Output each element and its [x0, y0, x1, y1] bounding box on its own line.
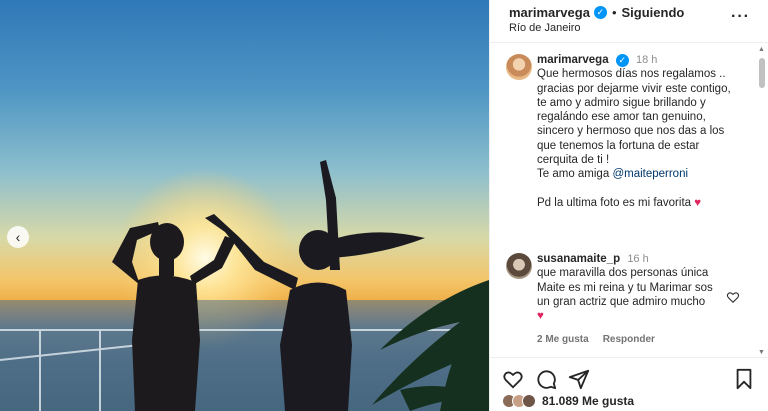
post-panel: marimarvega ✓ • Siguiendo Río de Janeiro…: [489, 0, 768, 411]
share-icon[interactable]: [568, 368, 590, 390]
caption-line: cerquita de ti !: [537, 154, 610, 167]
photo-scene: [0, 160, 489, 411]
comment: susanamaite_p 16 h que maravilla dos per…: [537, 252, 727, 323]
caption-closing: Te amo amiga @maiteperroni: [537, 167, 759, 181]
caption-head: marimarvega ✓ 18 h: [537, 53, 759, 67]
header-user-row: marimarvega ✓ • Siguiendo: [509, 5, 684, 20]
more-icon[interactable]: ···: [731, 8, 750, 26]
verified-icon: ✓: [593, 6, 607, 19]
caption-closing-text: Te amo amiga: [537, 168, 613, 181]
avatar[interactable]: [506, 253, 532, 279]
likes-row: 81.089 Me gusta: [502, 394, 634, 408]
header-username[interactable]: marimarvega: [509, 5, 590, 20]
scroll-up-icon[interactable]: ▲: [758, 46, 765, 53]
avatar[interactable]: [506, 54, 532, 80]
heart-emoji: ♥: [537, 310, 544, 323]
caption-username[interactable]: marimarvega: [537, 54, 609, 66]
comment-likes[interactable]: 2 Me gusta: [537, 334, 589, 345]
comment-time: 16 h: [627, 253, 649, 265]
mention-link[interactable]: @maiteperroni: [612, 168, 688, 180]
follow-separator: •: [611, 5, 617, 20]
comment-icon[interactable]: [535, 368, 557, 390]
likes-label: Me gusta: [582, 394, 635, 408]
post-header: marimarvega ✓ • Siguiendo Río de Janeiro…: [490, 0, 768, 43]
chevron-left-icon[interactable]: ‹: [7, 226, 29, 248]
comment-head: susanamaite_p 16 h: [537, 252, 727, 266]
comment-meta: 2 Me gusta Responder: [537, 334, 655, 345]
caption-footer: Pd la ultima foto es mi favorita ♥: [537, 196, 759, 210]
caption-line: gracias por dejarme vivir este contigo,: [537, 82, 731, 95]
comment-line: que maravilla dos personas única: [537, 267, 709, 280]
caption-footer-text: Pd la ultima foto es mi favorita: [537, 196, 692, 209]
caption-line: Que hermosos días nos regalamos ..: [537, 68, 726, 81]
heart-icon[interactable]: [502, 368, 524, 390]
likes-number: 81.089: [542, 394, 579, 408]
post-actions: 81.089 Me gusta: [490, 357, 768, 411]
verified-icon: ✓: [615, 53, 629, 67]
comment-line: Maite es mi reina y tu Marimar sos: [537, 281, 713, 294]
post-photo[interactable]: ‹: [0, 0, 489, 411]
avatar: [522, 394, 536, 408]
reply-button[interactable]: Responder: [603, 334, 655, 345]
scrollbar[interactable]: ▲ ▼: [758, 46, 766, 356]
heart-emoji: ♥: [694, 196, 702, 209]
likes-count[interactable]: 81.089 Me gusta: [542, 394, 634, 408]
scroll-down-icon[interactable]: ▼: [758, 349, 765, 356]
post-location[interactable]: Río de Janeiro: [509, 22, 581, 34]
caption-line: regalándo ese amor tan genuino,: [537, 111, 706, 124]
scroll-thumb[interactable]: [759, 58, 765, 88]
bookmark-icon[interactable]: [733, 368, 755, 390]
comment-username[interactable]: susanamaite_p: [537, 253, 620, 265]
caption-line: te amo y admiro sigue brillando y: [537, 96, 706, 109]
caption-time: 18 h: [636, 54, 658, 66]
heart-icon[interactable]: [726, 290, 740, 304]
caption-line: que tenemos la fortuna de estar: [537, 139, 700, 152]
following-button[interactable]: Siguiendo: [622, 5, 685, 20]
comment-line: un gran actriz que admiro mucho: [537, 295, 706, 308]
caption-line: sincero y hermoso que nos das a los: [537, 125, 725, 138]
post-caption: marimarvega ✓ 18 h Que hermosos días nos…: [537, 53, 759, 210]
